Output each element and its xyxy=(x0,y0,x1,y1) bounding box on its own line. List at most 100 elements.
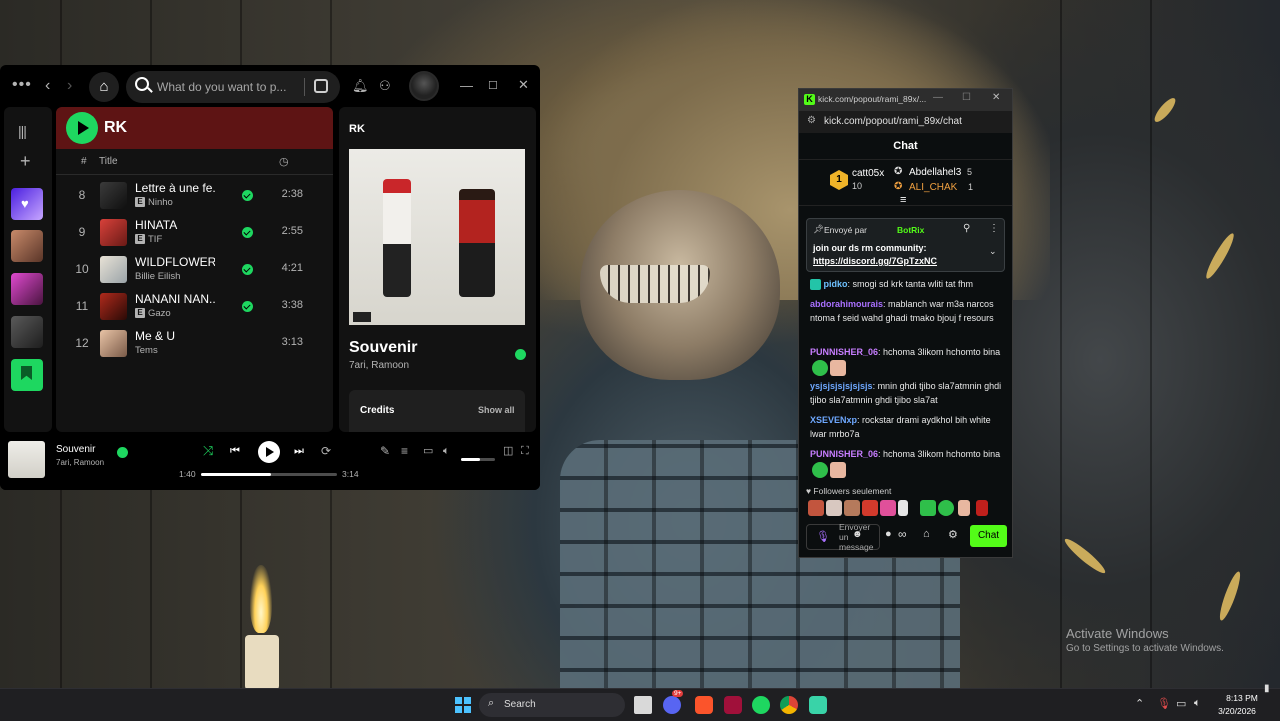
start-button[interactable] xyxy=(455,697,471,713)
chat-username[interactable]: PUNNISHER_06 xyxy=(810,449,878,459)
microphone-icon[interactable]: 🎙︎ xyxy=(1157,697,1171,710)
emote-icon[interactable] xyxy=(938,500,954,516)
volume-icon[interactable]: 🔈︎ xyxy=(443,441,450,461)
search-input[interactable]: What do you want to p... xyxy=(126,71,340,103)
bell-icon[interactable]: 🔔︎ xyxy=(352,76,369,96)
site-settings-icon[interactable]: ⚙ xyxy=(807,115,816,126)
chat-username[interactable]: PUNNISHER_06 xyxy=(810,347,878,357)
store-icon[interactable]: ⌂ xyxy=(923,528,930,540)
back-icon[interactable]: ‹ xyxy=(45,76,50,96)
table-row[interactable]: 9 HINATA E TIF 2:55 xyxy=(56,215,333,252)
volume-icon[interactable]: 🔈︎ xyxy=(1194,697,1201,710)
chat-username[interactable]: XSEVENxp xyxy=(810,415,857,425)
chat-username[interactable]: abdorahimourais xyxy=(810,299,883,309)
emote-icon[interactable] xyxy=(808,500,824,516)
unpin-icon[interactable]: ⚲ xyxy=(963,223,970,234)
home-button[interactable]: ⌂ xyxy=(89,72,119,102)
address-bar[interactable]: ⚙ kick.com/popout/rami_89x/chat xyxy=(799,111,1012,133)
library-item[interactable] xyxy=(11,273,43,305)
forward-icon[interactable]: › xyxy=(67,76,72,96)
saved-check-icon[interactable] xyxy=(515,349,526,360)
saved-check-icon[interactable] xyxy=(242,264,253,275)
network-icon[interactable]: ▭ xyxy=(1176,697,1186,710)
add-icon[interactable]: + xyxy=(20,151,31,171)
brave-icon[interactable] xyxy=(695,696,713,714)
send-chat-button[interactable]: Chat xyxy=(970,525,1007,547)
emote-icon[interactable] xyxy=(826,500,842,516)
play-pause-button[interactable] xyxy=(258,441,280,463)
library-item-saved-episodes[interactable] xyxy=(11,359,43,391)
table-row[interactable]: 8 Lettre à une fe... E Ninho 2:38 xyxy=(56,178,333,215)
people-icon[interactable]: ● xyxy=(885,528,892,540)
close-icon[interactable]: ✕ xyxy=(992,92,1000,103)
leader-name[interactable]: ALI_CHAK xyxy=(909,182,957,193)
more-options-icon[interactable]: ⋮ xyxy=(989,223,999,234)
track-artist[interactable]: Billie Eilish xyxy=(135,271,180,282)
spotify-icon[interactable] xyxy=(752,696,770,714)
miniplayer-icon[interactable]: ◫ xyxy=(503,441,513,461)
repeat-icon[interactable]: ⟳ xyxy=(321,441,331,461)
task-view-icon[interactable] xyxy=(634,696,652,714)
saved-check-icon[interactable] xyxy=(242,190,253,201)
emote-icon[interactable] xyxy=(976,500,988,516)
chevron-down-icon[interactable]: ⌄ xyxy=(989,246,997,257)
volume-slider[interactable] xyxy=(461,458,495,461)
maximize-icon[interactable]: ☐ xyxy=(962,92,971,103)
more-options-icon[interactable]: ••• xyxy=(12,75,32,95)
emote-icon[interactable] xyxy=(844,500,860,516)
lyrics-icon[interactable]: ✎ xyxy=(380,441,390,461)
saved-check-icon[interactable] xyxy=(242,301,253,312)
notification-icon[interactable]: ▮ xyxy=(1264,683,1270,694)
liked-songs-tile[interactable]: ♥ xyxy=(11,188,43,220)
app-icon[interactable] xyxy=(724,696,742,714)
saved-check-icon[interactable] xyxy=(117,447,128,458)
play-button[interactable] xyxy=(66,112,98,144)
progress-bar[interactable] xyxy=(201,473,337,476)
library-item[interactable] xyxy=(11,230,43,262)
infinity-icon[interactable]: ∞ xyxy=(898,527,907,541)
library-item[interactable] xyxy=(11,316,43,348)
friends-icon[interactable]: ⚇ xyxy=(379,76,391,96)
player-album-art[interactable] xyxy=(8,441,45,478)
table-row[interactable]: 12 Me & U Tems 3:13 xyxy=(56,326,333,363)
maximize-icon[interactable]: ☐ xyxy=(488,76,498,96)
emote-icon[interactable] xyxy=(898,500,908,516)
track-artist[interactable]: Ninho xyxy=(148,197,173,208)
next-icon[interactable]: ⏭︎ xyxy=(294,441,304,461)
chat-username[interactable]: pidko xyxy=(824,279,848,289)
saved-check-icon[interactable] xyxy=(242,227,253,238)
connect-device-icon[interactable]: ▭ xyxy=(423,441,433,461)
collapse-icon[interactable]: ≡ xyxy=(900,194,906,206)
leader-name[interactable]: catt05x xyxy=(852,168,884,179)
player-song[interactable]: Souvenir xyxy=(56,444,95,455)
shuffle-icon[interactable]: ⤨ xyxy=(203,441,213,461)
track-artist[interactable]: Gazo xyxy=(148,308,171,319)
show-all-link[interactable]: Show all xyxy=(478,405,515,415)
clock-time[interactable]: 8:13 PM xyxy=(1222,693,1262,703)
emote-icon[interactable] xyxy=(862,500,878,516)
previous-icon[interactable]: ⏮︎ xyxy=(230,441,240,461)
now-playing-song[interactable]: Souvenir xyxy=(349,339,417,357)
microphone-icon[interactable]: 🎙︎ xyxy=(816,530,830,543)
minimize-icon[interactable]: — xyxy=(933,92,943,103)
avatar[interactable] xyxy=(409,71,439,101)
app-icon[interactable] xyxy=(809,696,827,714)
emote-icon[interactable] xyxy=(958,500,970,516)
taskbar-search[interactable]: ⌕ Search xyxy=(479,693,625,717)
table-row[interactable]: 10 WILDFLOWER Billie Eilish 4:21 xyxy=(56,252,333,289)
table-row[interactable]: 11 NANANI NAN... E Gazo 3:38 xyxy=(56,289,333,326)
pinned-link[interactable]: https://discord.gg/7GpTzxNC xyxy=(813,256,937,266)
emote-icon[interactable] xyxy=(920,500,936,516)
minimize-icon[interactable]: — xyxy=(460,76,473,96)
leader-name[interactable]: Abdellahel3 xyxy=(909,167,961,178)
chat-input[interactable]: 🎙︎ Envoyer un message xyxy=(806,522,880,552)
emote-icon[interactable] xyxy=(880,500,896,516)
discord-icon[interactable]: 9+ xyxy=(663,690,684,714)
library-icon[interactable]: ||| xyxy=(18,121,27,141)
track-artist[interactable]: Tems xyxy=(135,345,158,356)
pinned-sender[interactable]: BotRix xyxy=(897,225,924,235)
player-artists[interactable]: 7ari, Ramoon xyxy=(56,458,104,467)
clock-date[interactable]: 3/20/2026 xyxy=(1212,706,1262,716)
now-playing-artists[interactable]: 7ari, Ramoon xyxy=(349,360,409,371)
settings-icon[interactable]: ⚙ xyxy=(948,528,958,541)
